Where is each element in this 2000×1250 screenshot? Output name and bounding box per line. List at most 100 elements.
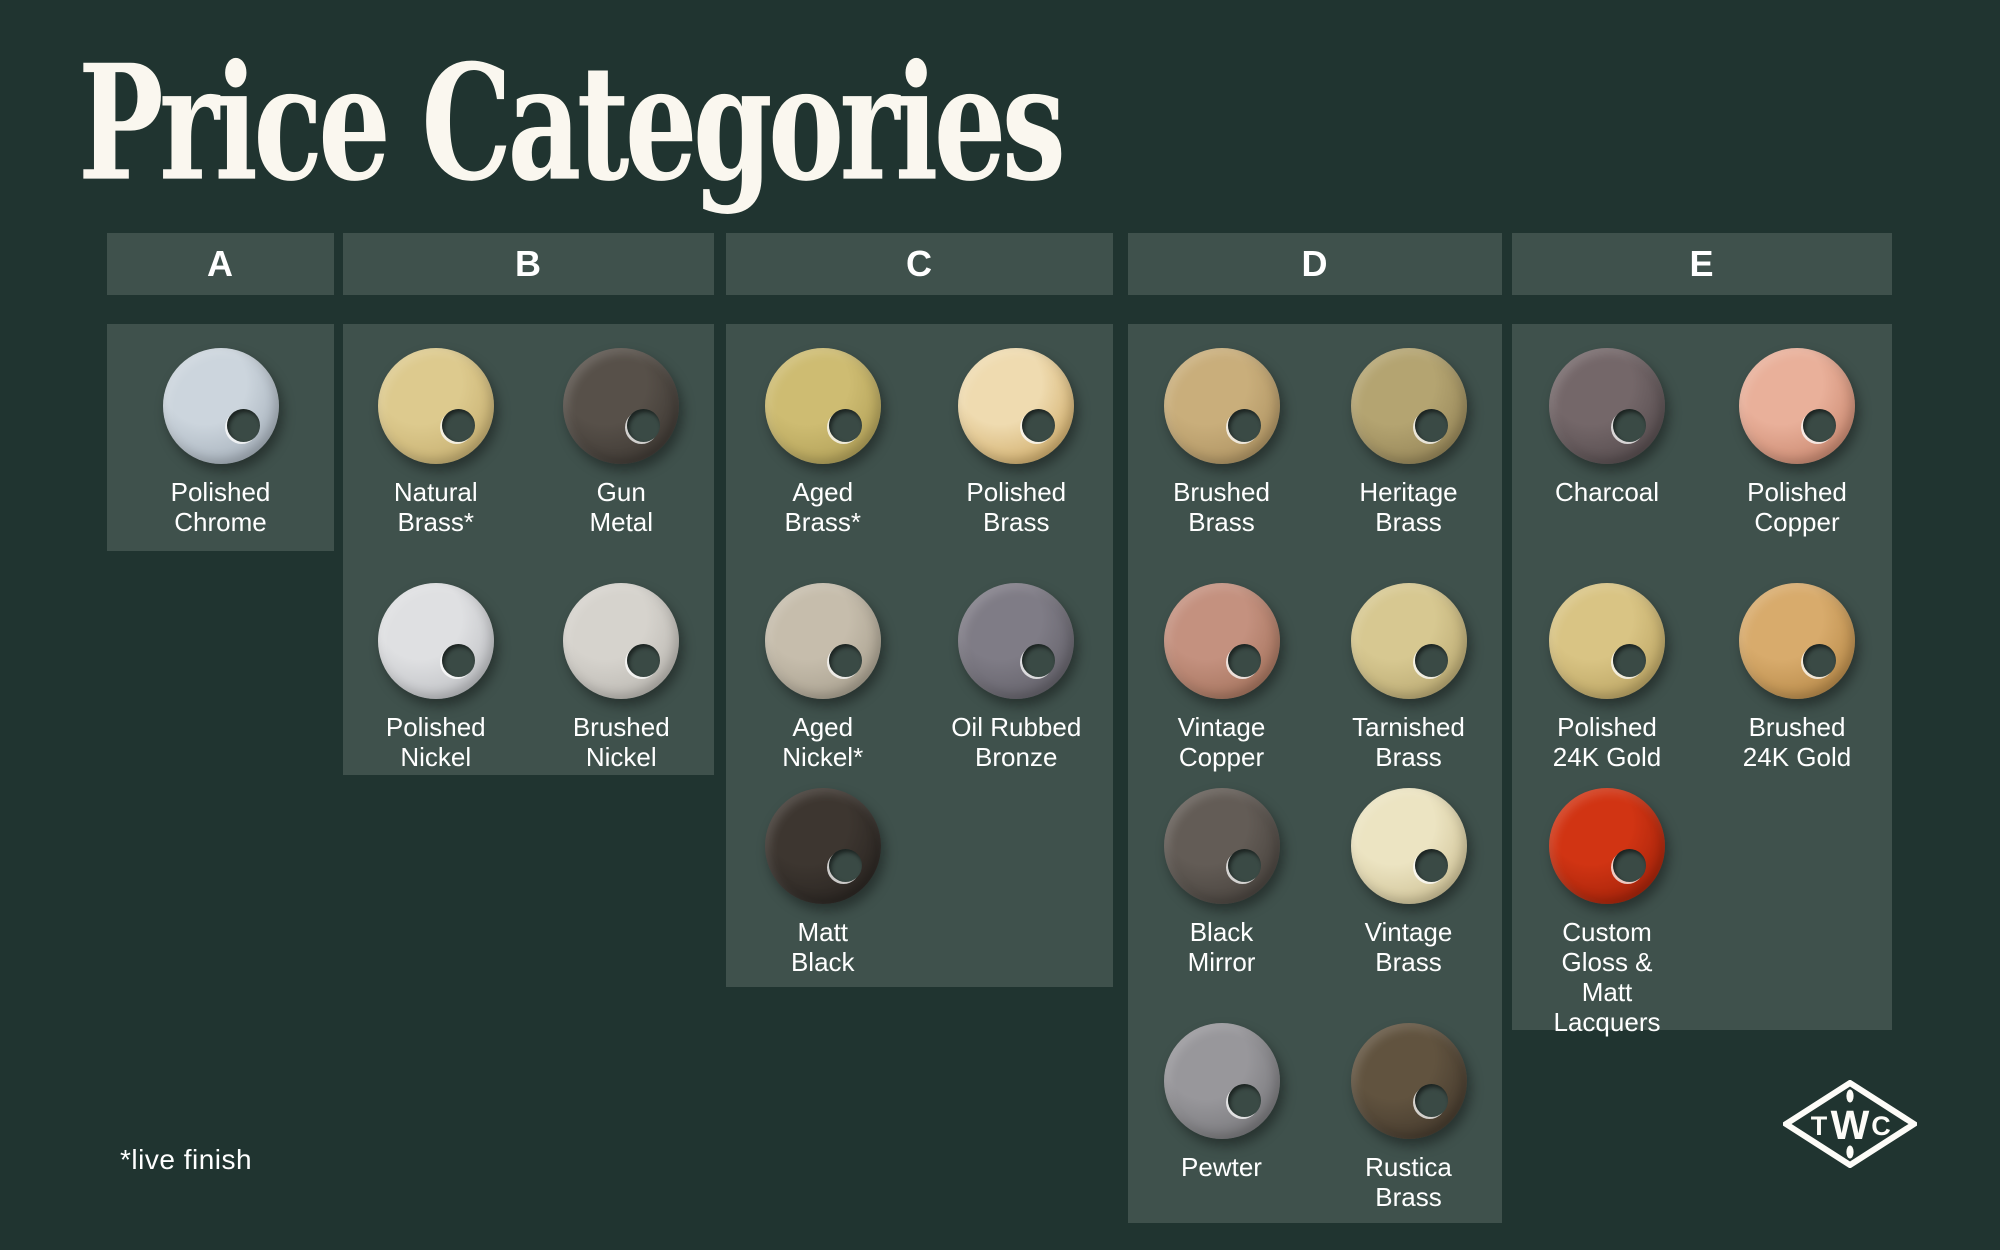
- finish-disc: [765, 788, 881, 904]
- finish-label: Rustica Brass: [1365, 1152, 1452, 1212]
- swatch-cell: Polished Nickel: [343, 583, 529, 772]
- finish-disc: [1351, 1023, 1467, 1139]
- swatch-cell: Vintage Brass: [1315, 788, 1502, 977]
- twc-logo: T W C: [1783, 1080, 1917, 1168]
- category-header-a: A: [107, 233, 334, 295]
- swatch-cell: Polished Copper: [1702, 348, 1892, 537]
- category-panel-d: Brushed Brass Heritage Brass Vintage Cop…: [1128, 324, 1502, 1223]
- finish-label: Polished Copper: [1747, 477, 1847, 537]
- swatch-cell: Natural Brass*: [343, 348, 529, 537]
- category-header-d: D: [1128, 233, 1502, 295]
- finish-disc: [1164, 1023, 1280, 1139]
- finish-label: Brushed Brass: [1173, 477, 1270, 537]
- finish-label: Heritage Brass: [1359, 477, 1457, 537]
- finish-disc: [1549, 583, 1665, 699]
- swatch-cell: Tarnished Brass: [1315, 583, 1502, 772]
- tag-hole-icon: [1803, 409, 1836, 442]
- logo-letter-w: W: [1831, 1102, 1870, 1148]
- category-panel-a: Polished Chrome: [107, 324, 334, 551]
- swatch-cell: Polished Brass: [920, 348, 1114, 537]
- tag-hole-icon: [627, 409, 660, 442]
- category-header-b: B: [343, 233, 714, 295]
- finish-label: Aged Brass*: [784, 477, 861, 537]
- finish-disc: [1164, 583, 1280, 699]
- category-panel-c: Aged Brass* Polished Brass Aged Nickel* …: [726, 324, 1113, 987]
- swatch-cell: Oil Rubbed Bronze: [920, 583, 1114, 772]
- finish-label: Black Mirror: [1188, 917, 1256, 977]
- swatch-cell: Aged Nickel*: [726, 583, 920, 772]
- finish-label: Custom Gloss & Matt Lacquers: [1554, 917, 1661, 1037]
- finish-label: Natural Brass*: [394, 477, 478, 537]
- tag-hole-icon: [442, 644, 475, 677]
- finish-disc: [1351, 348, 1467, 464]
- tag-hole-icon: [829, 644, 862, 677]
- tag-hole-icon: [1022, 409, 1055, 442]
- finish-disc: [563, 348, 679, 464]
- finish-disc: [1739, 348, 1855, 464]
- finish-label: Vintage Brass: [1365, 917, 1453, 977]
- tag-hole-icon: [1415, 409, 1448, 442]
- swatch-cell: Charcoal: [1512, 348, 1702, 507]
- category-header-c: C: [726, 233, 1113, 295]
- finish-disc: [163, 348, 279, 464]
- tag-hole-icon: [1415, 849, 1448, 882]
- finish-label: Polished Nickel: [386, 712, 486, 772]
- category-panel-e: Charcoal Polished Copper Polished 24K Go…: [1512, 324, 1892, 1030]
- page-title: Price Categories: [78, 44, 1061, 203]
- category-panel-b: Natural Brass* Gun Metal Polished Nickel…: [343, 324, 714, 775]
- finish-label: Brushed 24K Gold: [1743, 712, 1851, 772]
- finish-disc: [1164, 348, 1280, 464]
- tag-hole-icon: [829, 409, 862, 442]
- logo-letter-t: T: [1811, 1111, 1828, 1141]
- finish-label: Vintage Copper: [1178, 712, 1266, 772]
- finish-label: Tarnished Brass: [1352, 712, 1465, 772]
- category-header-e: E: [1512, 233, 1892, 295]
- swatch-cell: Brushed 24K Gold: [1702, 583, 1892, 772]
- finish-disc: [958, 348, 1074, 464]
- tag-hole-icon: [1228, 644, 1261, 677]
- finish-label: Brushed Nickel: [573, 712, 670, 772]
- tag-hole-icon: [1613, 644, 1646, 677]
- swatch-cell: Brushed Brass: [1128, 348, 1315, 537]
- finish-label: Polished Brass: [966, 477, 1066, 537]
- swatch-cell: Matt Black: [726, 788, 920, 977]
- swatch-cell: Brushed Nickel: [529, 583, 715, 772]
- tag-hole-icon: [1803, 644, 1836, 677]
- swatch-cell: Gun Metal: [529, 348, 715, 537]
- tag-hole-icon: [1228, 849, 1261, 882]
- tag-hole-icon: [1613, 849, 1646, 882]
- swatch-cell: Polished 24K Gold: [1512, 583, 1702, 772]
- finish-label: Charcoal: [1555, 477, 1659, 507]
- finish-label: Matt Black: [791, 917, 855, 977]
- swatch-cell: Vintage Copper: [1128, 583, 1315, 772]
- tag-hole-icon: [1022, 644, 1055, 677]
- finish-disc: [378, 348, 494, 464]
- logo-dot-top-icon: [1846, 1090, 1853, 1103]
- finish-disc: [1351, 583, 1467, 699]
- tag-hole-icon: [1613, 409, 1646, 442]
- live-finish-footnote: *live finish: [120, 1144, 252, 1176]
- finish-disc: [378, 583, 494, 699]
- swatch-cell: Aged Brass*: [726, 348, 920, 537]
- tag-hole-icon: [442, 409, 475, 442]
- finish-label: Pewter: [1181, 1152, 1262, 1182]
- finish-disc: [765, 583, 881, 699]
- tag-hole-icon: [1228, 1084, 1261, 1117]
- tag-hole-icon: [1415, 1084, 1448, 1117]
- finish-disc: [563, 583, 679, 699]
- finish-disc: [1164, 788, 1280, 904]
- finish-disc: [1549, 788, 1665, 904]
- tag-hole-icon: [1228, 409, 1261, 442]
- finish-disc: [1351, 788, 1467, 904]
- tag-hole-icon: [627, 644, 660, 677]
- swatch-cell: Custom Gloss & Matt Lacquers: [1512, 788, 1702, 1037]
- swatch-cell: Pewter: [1128, 1023, 1315, 1182]
- swatch-cell: Rustica Brass: [1315, 1023, 1502, 1212]
- logo-letter-c: C: [1871, 1111, 1891, 1141]
- finish-disc: [1549, 348, 1665, 464]
- finish-label: Oil Rubbed Bronze: [951, 712, 1081, 772]
- finish-disc: [765, 348, 881, 464]
- tag-hole-icon: [227, 409, 260, 442]
- swatch-cell: Black Mirror: [1128, 788, 1315, 977]
- swatch-cell: Heritage Brass: [1315, 348, 1502, 537]
